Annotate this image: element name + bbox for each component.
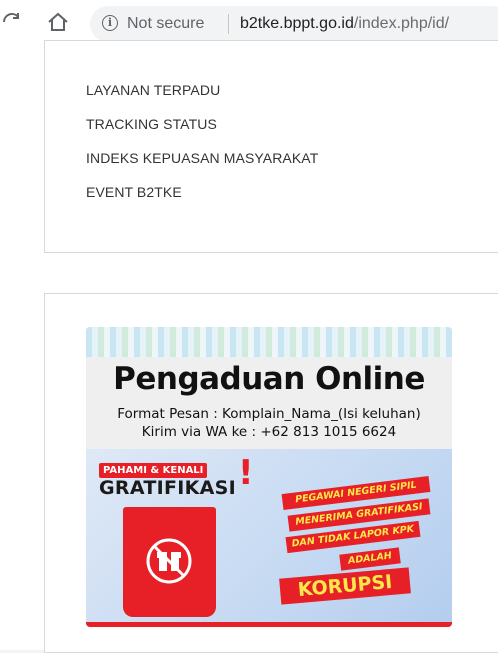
banner-format-line: Format Pesan : Komplain_Nama_(Isi keluha…: [117, 406, 421, 422]
links-card: LAYANAN TERPADU TRACKING STATUS INDEKS K…: [44, 40, 498, 253]
link-tracking-status[interactable]: TRACKING STATUS: [86, 116, 217, 132]
url-text[interactable]: b2tke.bppt.go.id/index.php/id/: [240, 15, 449, 33]
banner-bottom-stripe: [86, 622, 452, 627]
address-bar[interactable]: i Not secure b2tke.bppt.go.id/index.php/…: [90, 6, 498, 42]
pengaduan-banner[interactable]: Pengaduan Online Format Pesan : Komplain…: [86, 327, 452, 627]
address-separator: [228, 14, 229, 34]
ribbon-adalah: ADALAH: [339, 547, 401, 571]
no-gift-icon: [146, 538, 192, 584]
gratifikasi-label: GRATIFIKASI: [99, 477, 237, 499]
banner-wa-line: Kirim via WA ke : +62 813 1015 6624: [141, 424, 397, 440]
korupsi-label: KORUPSI: [279, 567, 411, 605]
info-icon[interactable]: i: [102, 15, 118, 31]
security-label[interactable]: Not secure: [127, 15, 204, 33]
confetti-decoration: [86, 327, 452, 357]
gratifikasi-panel: PAHAMI & KENALI GRATIFIKASI ! PEGAWAI NE…: [86, 449, 452, 627]
link-indeks-kepuasan[interactable]: INDEKS KEPUASAN MASYARAKAT: [86, 150, 318, 166]
banner-title: Pengaduan Online: [113, 361, 425, 397]
link-event-b2tke[interactable]: EVENT B2TKE: [86, 184, 182, 200]
red-gift-box: [123, 507, 216, 617]
link-layanan-terpadu[interactable]: LAYANAN TERPADU: [86, 82, 220, 98]
exclamation-icon: !: [238, 453, 254, 493]
pahami-label: PAHAMI & KENALI: [99, 463, 208, 478]
url-path: /index.php/id/: [353, 15, 450, 32]
home-icon[interactable]: [46, 10, 70, 34]
url-host: b2tke.bppt.go.id: [240, 15, 354, 32]
reload-icon[interactable]: [0, 10, 24, 34]
banner-header: Pengaduan Online Format Pesan : Komplain…: [86, 327, 452, 449]
